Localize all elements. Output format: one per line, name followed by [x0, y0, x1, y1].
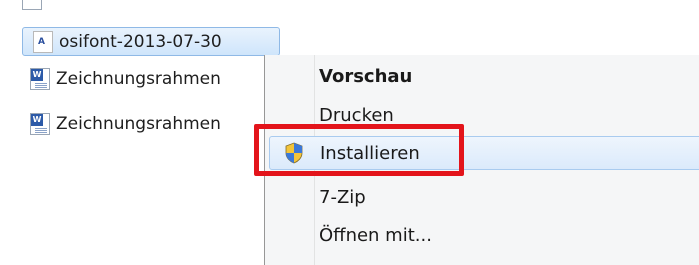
file-item-partial[interactable] — [22, 0, 262, 12]
file-item-label: Zeichnungsrahmen — [56, 69, 221, 89]
file-icon — [22, 0, 42, 10]
file-item-selected[interactable]: A osifont-2013-07-30 — [22, 27, 280, 56]
menu-item-label: Drucken — [319, 104, 394, 126]
word-document-icon: W — [30, 113, 50, 135]
file-item-label: Zeichnungsrahmen — [56, 114, 221, 134]
font-file-icon: A — [33, 30, 53, 53]
word-document-icon: W — [30, 68, 50, 90]
file-item-label: osifont-2013-07-30 — [59, 31, 222, 52]
menu-item-oeffnen-mit[interactable]: Öffnen mit... — [265, 218, 699, 252]
file-item-doc-1[interactable]: W Zeichnungsrahmen — [30, 66, 270, 92]
menu-item-label: Öffnen mit... — [319, 224, 432, 246]
menu-item-label: 7-Zip — [319, 186, 366, 208]
menu-item-vorschau[interactable]: Vorschau — [265, 59, 699, 93]
menu-item-7zip[interactable]: 7-Zip — [265, 180, 699, 214]
highlight-annotation-box — [254, 124, 464, 176]
menu-item-label: Vorschau — [319, 65, 413, 87]
file-item-doc-2[interactable]: W Zeichnungsrahmen — [30, 111, 270, 137]
